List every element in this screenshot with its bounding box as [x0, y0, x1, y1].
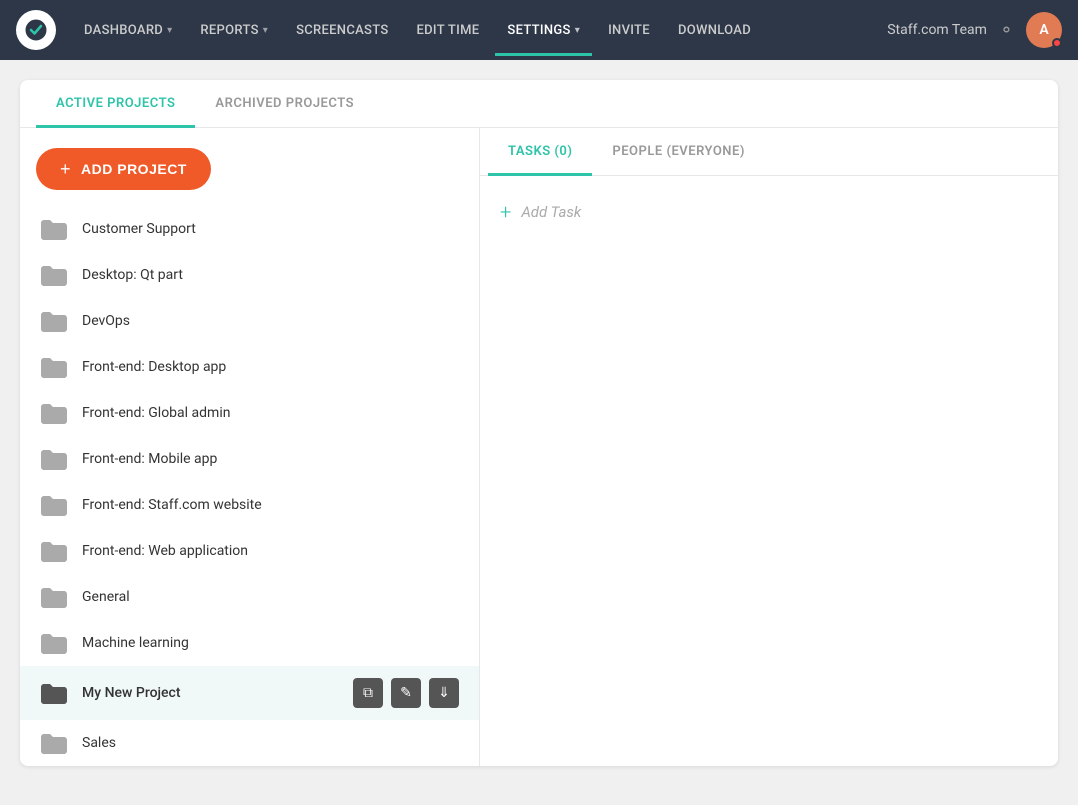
project-name: My New Project: [82, 685, 339, 701]
tab-tasks[interactable]: Tasks (0): [488, 128, 592, 176]
project-name: Front-end: Global admin: [82, 405, 459, 421]
main-container: Active Projects Archived Projects + Add …: [0, 60, 1078, 786]
nav-item-invite[interactable]: Invite: [596, 15, 662, 46]
add-task-plus-icon: +: [500, 200, 511, 224]
chevron-down-icon: ▾: [575, 25, 580, 36]
split-container: + Add Project Customer Support Desktop: …: [20, 128, 1058, 766]
project-item[interactable]: Front-end: Global admin: [20, 390, 479, 436]
project-list: Customer Support Desktop: Qt part DevOps…: [20, 206, 479, 766]
chevron-down-icon: ▾: [263, 25, 268, 36]
project-name: Machine learning: [82, 635, 459, 651]
folder-icon: [40, 448, 68, 470]
folder-icon: [40, 310, 68, 332]
nav-item-reports[interactable]: Reports ▾: [188, 15, 280, 46]
nav-item-edit-time[interactable]: Edit Time: [405, 15, 492, 46]
add-task-row[interactable]: + Add Task: [480, 184, 1058, 240]
folder-icon: [40, 494, 68, 516]
right-tabs-bar: Tasks (0) People (Everyone): [480, 128, 1058, 176]
project-item[interactable]: DevOps: [20, 298, 479, 344]
project-name: General: [82, 589, 459, 605]
navbar: Dashboard ▾ Reports ▾ Screencasts Edit T…: [0, 0, 1078, 60]
project-name: Desktop: Qt part: [82, 267, 459, 283]
tab-people[interactable]: People (Everyone): [592, 128, 765, 176]
team-name: Staff.com Team: [887, 22, 987, 38]
right-content: + Add Task: [480, 176, 1058, 766]
chevron-down-icon: ▾: [167, 25, 172, 36]
notification-icon[interactable]: ⚬: [999, 20, 1014, 41]
folder-icon: [40, 218, 68, 240]
archive-button[interactable]: ⇓: [429, 678, 459, 708]
logo[interactable]: [16, 10, 56, 50]
notification-dot: [1052, 38, 1062, 48]
folder-icon: [40, 356, 68, 378]
folder-icon: [40, 682, 68, 704]
project-item[interactable]: Customer Support: [20, 206, 479, 252]
project-item[interactable]: General: [20, 574, 479, 620]
avatar[interactable]: A: [1026, 12, 1062, 48]
edit-button[interactable]: ✎: [391, 678, 421, 708]
left-panel: + Add Project Customer Support Desktop: …: [20, 128, 480, 766]
project-name: Front-end: Staff.com website: [82, 497, 459, 513]
nav-item-download[interactable]: Download: [666, 15, 763, 46]
tab-archived-projects[interactable]: Archived Projects: [195, 80, 374, 128]
content-card: Active Projects Archived Projects + Add …: [20, 80, 1058, 766]
folder-icon: [40, 632, 68, 654]
project-item[interactable]: Front-end: Desktop app: [20, 344, 479, 390]
folder-icon: [40, 586, 68, 608]
right-panel: Tasks (0) People (Everyone) + Add Task: [480, 128, 1058, 766]
tabs-bar: Active Projects Archived Projects: [20, 80, 1058, 128]
project-item[interactable]: Machine learning: [20, 620, 479, 666]
navbar-right: Staff.com Team ⚬ A: [887, 12, 1062, 48]
project-item[interactable]: My New Project ⧉ ✎ ⇓: [20, 666, 479, 720]
add-task-label: Add Task: [521, 203, 581, 221]
plus-icon: +: [60, 160, 71, 178]
project-item[interactable]: Front-end: Staff.com website: [20, 482, 479, 528]
project-name: Front-end: Desktop app: [82, 359, 459, 375]
project-name: Front-end: Web application: [82, 543, 459, 559]
copy-button[interactable]: ⧉: [353, 678, 383, 708]
project-name: Customer Support: [82, 221, 459, 237]
folder-icon: [40, 732, 68, 754]
project-name: DevOps: [82, 313, 459, 329]
nav-item-settings[interactable]: Settings ▾: [495, 15, 592, 46]
project-item[interactable]: Front-end: Mobile app: [20, 436, 479, 482]
folder-icon: [40, 540, 68, 562]
add-project-button[interactable]: + Add Project: [36, 148, 211, 190]
nav-item-dashboard[interactable]: Dashboard ▾: [72, 15, 184, 46]
project-name: Front-end: Mobile app: [82, 451, 459, 467]
project-item[interactable]: Desktop: Qt part: [20, 252, 479, 298]
project-name: Sales: [82, 735, 459, 751]
project-actions: ⧉ ✎ ⇓: [353, 678, 459, 708]
folder-icon: [40, 402, 68, 424]
project-item[interactable]: Front-end: Web application: [20, 528, 479, 574]
project-item[interactable]: Sales: [20, 720, 479, 766]
folder-icon: [40, 264, 68, 286]
tab-active-projects[interactable]: Active Projects: [36, 80, 195, 128]
nav-item-screencasts[interactable]: Screencasts: [284, 15, 400, 46]
